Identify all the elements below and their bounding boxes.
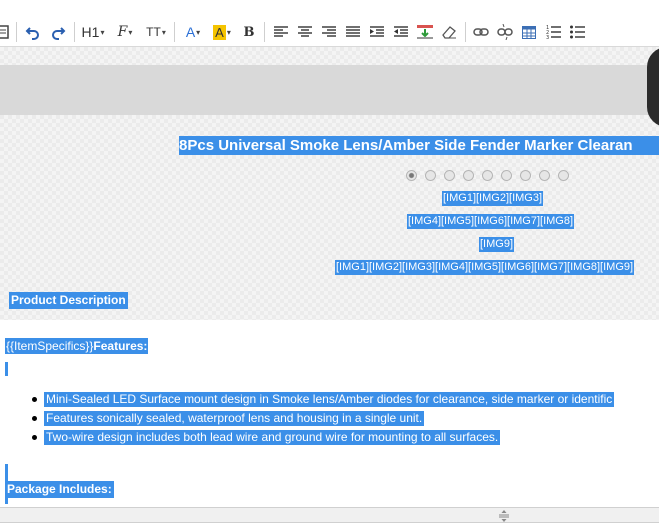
- features-label: Features:: [93, 339, 148, 353]
- chevron-down-icon: ▾: [128, 27, 133, 37]
- editor-content[interactable]: 8Pcs Universal Smoke Lens/Amber Side Fen…: [0, 47, 659, 507]
- insert-line-icon[interactable]: [416, 21, 434, 43]
- font-family-label: F: [117, 24, 128, 40]
- svg-text:3: 3: [546, 35, 549, 39]
- chevron-down-icon: ▾: [226, 27, 231, 37]
- align-left-icon[interactable]: [272, 21, 290, 43]
- heading-dropdown[interactable]: H1 ▾: [80, 21, 106, 43]
- font-color-label: A: [185, 24, 196, 40]
- font-size-dropdown[interactable]: TT ▾: [144, 21, 168, 43]
- undo-icon[interactable]: [24, 21, 42, 43]
- bullet: [32, 416, 37, 421]
- bold-label: B: [243, 24, 255, 40]
- package-includes-heading: Package Includes:: [5, 481, 114, 498]
- img-placeholder-line-2: [IMG4][IMG5][IMG6][IMG7][IMG8]: [407, 214, 575, 229]
- editor-resize-bar[interactable]: [0, 507, 659, 523]
- gallery-dot[interactable]: [406, 170, 417, 181]
- chevron-down-icon: ▾: [100, 27, 105, 37]
- resize-grip-icon[interactable]: [497, 509, 511, 522]
- ordered-list-icon[interactable]: 123: [544, 21, 562, 43]
- redo-icon[interactable]: [49, 21, 67, 43]
- heading-label: H1: [81, 24, 100, 40]
- chevron-down-icon: ▾: [161, 27, 166, 37]
- bullet: [32, 397, 37, 402]
- gallery-dot[interactable]: [482, 170, 493, 181]
- gallery-dot[interactable]: [520, 170, 531, 181]
- toolbar-separator: [174, 22, 175, 42]
- bold-button[interactable]: B: [240, 21, 258, 43]
- font-color-dropdown[interactable]: A ▾: [182, 21, 204, 43]
- toolbar-separator: [16, 22, 17, 42]
- header-banner: [0, 47, 659, 127]
- bullet: [32, 435, 37, 440]
- font-size-label: TT: [146, 25, 161, 39]
- product-description-heading: Product Description: [9, 292, 128, 309]
- editor-toolbar: H1 ▾ F ▾ TT ▾ A ▾ A ▾ B 1 2 3: [0, 0, 659, 47]
- gallery-dot[interactable]: [539, 170, 550, 181]
- gallery-dot[interactable]: [444, 170, 455, 181]
- banner-image: [647, 47, 659, 127]
- align-justify-icon[interactable]: [344, 21, 362, 43]
- unordered-list-icon[interactable]: [568, 21, 586, 43]
- outdent-icon[interactable]: [392, 21, 410, 43]
- eraser-icon[interactable]: [440, 21, 458, 43]
- toolbar-separator: [264, 22, 265, 42]
- img-placeholder-line-3: [IMG9]: [479, 237, 515, 252]
- link-icon[interactable]: [472, 21, 490, 43]
- feature-text: Mini-Sealed LED Surface mount design in …: [44, 392, 615, 407]
- img-placeholder-line-4: [IMG1][IMG2][IMG3][IMG4][IMG5][IMG6][IMG…: [335, 260, 635, 275]
- gallery-dot[interactable]: [501, 170, 512, 181]
- gallery-dot[interactable]: [558, 170, 569, 181]
- gallery-dot[interactable]: [463, 170, 474, 181]
- toolbar-separator: [74, 22, 75, 42]
- item-specifics-tag: {{ItemSpecifics}}: [6, 339, 94, 353]
- chevron-down-icon: ▾: [196, 27, 201, 37]
- product-title: 8Pcs Universal Smoke Lens/Amber Side Fen…: [179, 136, 659, 155]
- feature-text: Two-wire design includes both lead wire …: [44, 430, 501, 445]
- gallery-dot[interactable]: [425, 170, 436, 181]
- feature-text: Features sonically sealed, waterproof le…: [44, 411, 425, 426]
- align-right-icon[interactable]: [320, 21, 338, 43]
- indent-icon[interactable]: [368, 21, 386, 43]
- toolbar-separator: [465, 22, 466, 42]
- gallery-dots: [406, 170, 569, 181]
- img-placeholder-line-1: [IMG1][IMG2][IMG3]: [442, 191, 544, 206]
- table-icon[interactable]: [520, 21, 538, 43]
- unlink-icon[interactable]: [496, 21, 514, 43]
- highlight-label: A: [213, 24, 226, 40]
- source-icon[interactable]: [0, 21, 10, 43]
- font-family-dropdown[interactable]: F ▾: [113, 21, 137, 43]
- features-heading: {{ItemSpecifics}}Features:: [5, 338, 149, 354]
- highlight-dropdown[interactable]: A ▾: [210, 21, 234, 43]
- align-center-icon[interactable]: [296, 21, 314, 43]
- text-cursor: [5, 362, 8, 376]
